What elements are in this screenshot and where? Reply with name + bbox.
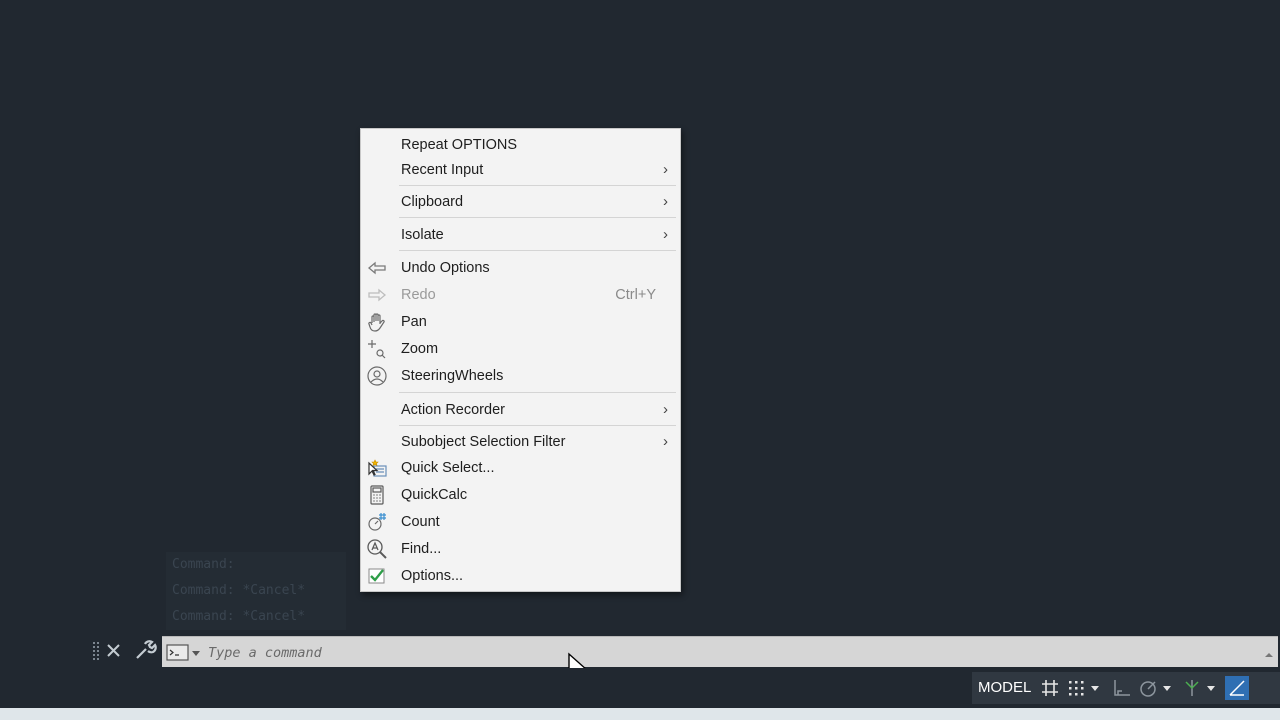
menu-separator: [399, 250, 676, 251]
zoom-icon: [366, 338, 388, 360]
model-space-button[interactable]: MODEL: [972, 672, 1037, 704]
command-line: [162, 636, 1278, 668]
menu-item-label: Undo Options: [401, 260, 490, 276]
menu-item-options[interactable]: Options...: [361, 563, 680, 589]
menu-item-repeat-options[interactable]: Repeat OPTIONS: [361, 132, 680, 158]
menu-item-label: Count: [401, 514, 440, 530]
snap-icon[interactable]: [1064, 676, 1088, 700]
chevron-right-icon: ›: [663, 433, 668, 451]
shortcut-label: Ctrl+Y: [615, 287, 656, 303]
steering-wheel-icon: [366, 365, 388, 387]
close-icon[interactable]: [104, 640, 124, 662]
menu-item-label: Pan: [401, 314, 427, 330]
object-snap-icon[interactable]: [1225, 676, 1250, 700]
menu-item-pan[interactable]: Pan: [361, 309, 680, 335]
menu-item-label: Quick Select...: [401, 460, 495, 476]
menu-item-label: Isolate: [401, 227, 444, 243]
pan-hand-icon: [366, 311, 388, 333]
polar-tracking-icon[interactable]: [1136, 676, 1160, 700]
menu-item-quick-select[interactable]: Quick Select...: [361, 455, 680, 481]
menu-item-action-recorder[interactable]: Action Recorder ›: [361, 397, 680, 423]
menu-item-count[interactable]: Count: [361, 509, 680, 535]
menu-item-find[interactable]: Find...: [361, 536, 680, 562]
checkmark-icon: [366, 565, 388, 587]
menu-item-label: SteeringWheels: [401, 368, 504, 384]
menu-item-quickcalc[interactable]: QuickCalc: [361, 482, 680, 508]
find-icon: [366, 538, 388, 560]
menu-item-zoom[interactable]: Zoom: [361, 336, 680, 362]
command-input[interactable]: [208, 637, 1108, 668]
chevron-down-icon[interactable]: [1161, 676, 1173, 700]
command-history: Command: Command: *Cancel* Command: *Can…: [166, 552, 346, 630]
history-line: Command: *Cancel*: [172, 609, 306, 624]
chevron-down-icon[interactable]: [1089, 676, 1101, 700]
menu-separator: [399, 425, 676, 426]
taskbar-strip: [0, 708, 1280, 720]
menu-item-label: Clipboard: [401, 194, 464, 210]
menu-item-label: Find...: [401, 541, 442, 557]
menu-item-label: Zoom: [401, 341, 439, 357]
context-menu: Repeat OPTIONS Recent Input › Clipboard …: [360, 128, 681, 592]
menu-item-label: Repeat OPTIONS: [401, 137, 518, 153]
isometric-icon[interactable]: [1180, 676, 1204, 700]
redo-icon: [366, 284, 388, 306]
menu-separator: [399, 392, 676, 393]
menu-item-undo-options[interactable]: Undo Options: [361, 255, 680, 281]
menu-separator: [399, 217, 676, 218]
menu-item-subobject-selection-filter[interactable]: Subobject Selection Filter ›: [361, 429, 680, 455]
chevron-down-icon[interactable]: [1205, 676, 1217, 700]
chevron-right-icon: ›: [663, 226, 668, 244]
chevron-right-icon: ›: [663, 161, 668, 179]
chevron-right-icon: ›: [663, 193, 668, 211]
calculator-icon: [366, 484, 388, 506]
quick-select-icon: [366, 457, 388, 479]
menu-item-label: Redo: [401, 287, 436, 303]
menu-item-steeringwheels[interactable]: SteeringWheels: [361, 363, 680, 389]
chevron-right-icon: ›: [663, 401, 668, 419]
menu-item-label: Subobject Selection Filter: [401, 434, 566, 450]
history-line: Command: *Cancel*: [172, 583, 306, 598]
menu-item-recent-input[interactable]: Recent Input ›: [361, 157, 680, 183]
menu-item-redo[interactable]: Redo Ctrl+Y: [361, 282, 680, 308]
menu-item-label: Action Recorder: [401, 402, 505, 418]
count-icon: [366, 511, 388, 533]
menu-item-clipboard[interactable]: Clipboard ›: [361, 189, 680, 215]
menu-item-label: Options...: [401, 568, 464, 584]
menu-item-label: QuickCalc: [401, 487, 468, 503]
undo-icon: [366, 257, 388, 279]
menu-item-isolate[interactable]: Isolate ›: [361, 222, 680, 248]
command-prompt-icon[interactable]: [166, 642, 204, 664]
grid-icon[interactable]: [1038, 676, 1062, 700]
wrench-icon[interactable]: [133, 638, 157, 662]
caret-up-icon[interactable]: [1264, 647, 1274, 657]
history-line: Command:: [172, 557, 235, 572]
menu-separator: [399, 185, 676, 186]
ortho-icon[interactable]: [1110, 676, 1134, 700]
status-bar-tools: MODEL: [972, 672, 1280, 704]
menu-item-label: Recent Input: [401, 162, 484, 178]
status-bar: MODEL: [0, 668, 1280, 708]
